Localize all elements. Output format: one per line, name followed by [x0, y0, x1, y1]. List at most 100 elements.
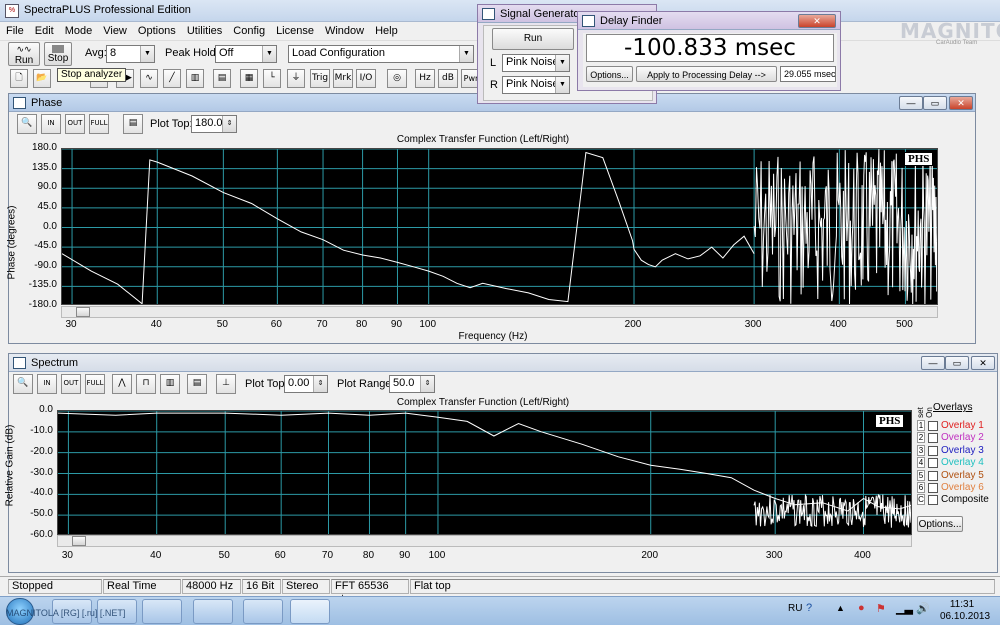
speaker-app-icon[interactable] [243, 599, 283, 624]
table-icon[interactable]: ▦ [240, 69, 258, 88]
avg-select[interactable]: 8 ▼ [106, 45, 155, 63]
spectrum-plot-top-field[interactable]: 0.00 ⇕ [284, 375, 328, 393]
zoom-full-icon[interactable]: FULL [85, 374, 105, 394]
overlay-set-button[interactable]: 5 [917, 469, 925, 481]
menu-options[interactable]: Options [132, 22, 181, 37]
overlay-checkbox[interactable] [928, 433, 938, 444]
overlay-checkbox[interactable] [928, 445, 938, 456]
octave-icon[interactable]: ⊓ [136, 374, 156, 394]
minimize-button[interactable]: — [921, 356, 945, 370]
zoom-in-x-icon[interactable]: IN [41, 114, 61, 134]
menu-window[interactable]: Window [319, 22, 369, 37]
sweep-icon[interactable]: ╱ [163, 69, 181, 88]
menu-config[interactable]: Config [227, 22, 270, 37]
layout-icon[interactable]: ▤ [213, 69, 231, 88]
peak-icon[interactable]: ⋀ [112, 374, 132, 394]
peak-hold-select[interactable]: Off ▼ [215, 45, 277, 63]
menu-utilities[interactable]: Utilities [181, 22, 227, 37]
menu-license[interactable]: License [270, 22, 319, 37]
menu-view[interactable]: View [97, 22, 132, 37]
spectrum-plot-range-field[interactable]: 50.0 ⇕ [389, 375, 435, 393]
trig-button[interactable]: Trig [310, 69, 330, 88]
chevron-down-icon: ▼ [140, 46, 154, 62]
chrome-icon[interactable] [142, 599, 182, 624]
y-tick-label: -50.0 [30, 508, 53, 520]
delay-value-field[interactable]: 29.055 msec [780, 66, 836, 82]
run-button[interactable]: ∿∿ Run [8, 42, 40, 66]
y-tick-label: -10.0 [30, 424, 53, 436]
zoom-icon[interactable]: 🔍 [13, 374, 33, 394]
overlay-set-button[interactable]: 3 [917, 444, 925, 456]
signal-icon[interactable]: ▁▃ [896, 602, 913, 615]
tray-arrow-icon[interactable]: ▲ [836, 603, 845, 613]
overlay-checkbox[interactable] [928, 458, 938, 469]
overlays-options-button[interactable]: Options... [917, 516, 963, 532]
zoom-full-icon[interactable]: FULL [89, 114, 109, 134]
io-button[interactable]: I/O [356, 69, 376, 88]
zoom-out-x-icon[interactable]: OUT [61, 374, 81, 394]
spectrum-bars-icon[interactable]: ▥ [186, 69, 204, 88]
left-signal-select[interactable]: Pink Noise ▼ [502, 54, 570, 72]
config-select[interactable]: Load Configuration ▼ [288, 45, 474, 63]
delay-options-button[interactable]: Options... [586, 66, 633, 82]
delay-readout: -100.833 msec [586, 34, 834, 62]
waveform-icon[interactable]: ∿ [140, 69, 158, 88]
zoom-icon[interactable]: 🔍 [17, 114, 37, 134]
minimize-button[interactable]: — [899, 96, 923, 110]
zoom-in-x-icon[interactable]: IN [37, 374, 57, 394]
phase-plot-top-field[interactable]: 180.0 ⇕ [191, 115, 237, 133]
close-button[interactable]: ✕ [798, 14, 836, 28]
y-tick-label: 135.0 [31, 161, 57, 173]
bars-icon[interactable]: ▥ [160, 374, 180, 394]
cursor-icon[interactable]: ⊥ [216, 374, 236, 394]
overlay-set-button[interactable]: 1 [917, 420, 925, 431]
restore-button[interactable]: ▭ [945, 356, 969, 370]
generator-icon[interactable]: ◎ [387, 69, 407, 88]
close-button[interactable]: ✕ [949, 96, 973, 110]
hz-button[interactable]: Hz [415, 69, 435, 88]
overlay-checkbox[interactable] [928, 495, 938, 506]
overlay-set-button[interactable]: 2 [917, 432, 925, 444]
chart-icon[interactable]: └ [263, 69, 281, 88]
menu-mode[interactable]: Mode [59, 22, 98, 37]
spectrum-plot[interactable] [57, 410, 912, 535]
paint-icon[interactable] [193, 599, 233, 624]
opera-icon[interactable]: ● [858, 602, 865, 614]
network-flag-icon[interactable]: ⚑ [876, 602, 886, 615]
open-folder-icon[interactable]: 📂 [33, 69, 51, 88]
spectraplus-task-icon[interactable] [290, 599, 330, 624]
new-file-icon[interactable]: 🗋 [10, 69, 28, 88]
stop-button[interactable]: Stop [44, 42, 72, 66]
phase-scrollbar[interactable] [61, 306, 938, 318]
menu-file[interactable]: File [0, 22, 29, 37]
language-indicator[interactable]: RU [788, 603, 802, 614]
restore-button[interactable]: ▭ [923, 96, 947, 110]
plot-settings-icon[interactable]: ▤ [187, 374, 207, 394]
overlay-checkbox[interactable] [928, 483, 938, 493]
spectrum-scrollbar[interactable] [57, 535, 912, 547]
right-signal-select[interactable]: Pink Noise ▼ [502, 76, 570, 94]
overlay-set-button[interactable]: 6 [917, 482, 925, 493]
overlay-checkbox[interactable] [928, 470, 938, 481]
phase-plot[interactable] [61, 148, 938, 305]
overlay-set-button[interactable]: 4 [917, 457, 925, 469]
db-button[interactable]: dB [438, 69, 458, 88]
plot-settings-icon[interactable]: ▤ [123, 114, 143, 134]
close-button[interactable]: ✕ [971, 356, 995, 370]
zoom-out-x-icon[interactable]: OUT [65, 114, 85, 134]
help-icon[interactable]: ? [806, 602, 812, 614]
menu-edit[interactable]: Edit [29, 22, 59, 37]
clock[interactable]: 11:31 06.10.2013 [940, 599, 990, 623]
volume-icon[interactable]: 🔊 [916, 602, 930, 615]
y-tick-label: -180.0 [28, 299, 57, 310]
menu-help[interactable]: Help [369, 22, 403, 37]
data-series-line [62, 151, 755, 304]
overlays-col-on: On [924, 407, 934, 418]
generator-run-button[interactable]: Run [492, 28, 574, 50]
apply-delay-button[interactable]: Apply to Processing Delay --> [636, 66, 777, 82]
overlay-checkbox[interactable] [928, 421, 938, 431]
scope-icon[interactable]: ⏚ [287, 69, 305, 88]
overlay-set-button[interactable]: C [917, 494, 925, 506]
mrk-button[interactable]: Mrk [333, 69, 353, 88]
phase-y-label: Phase (degrees) [6, 205, 18, 280]
